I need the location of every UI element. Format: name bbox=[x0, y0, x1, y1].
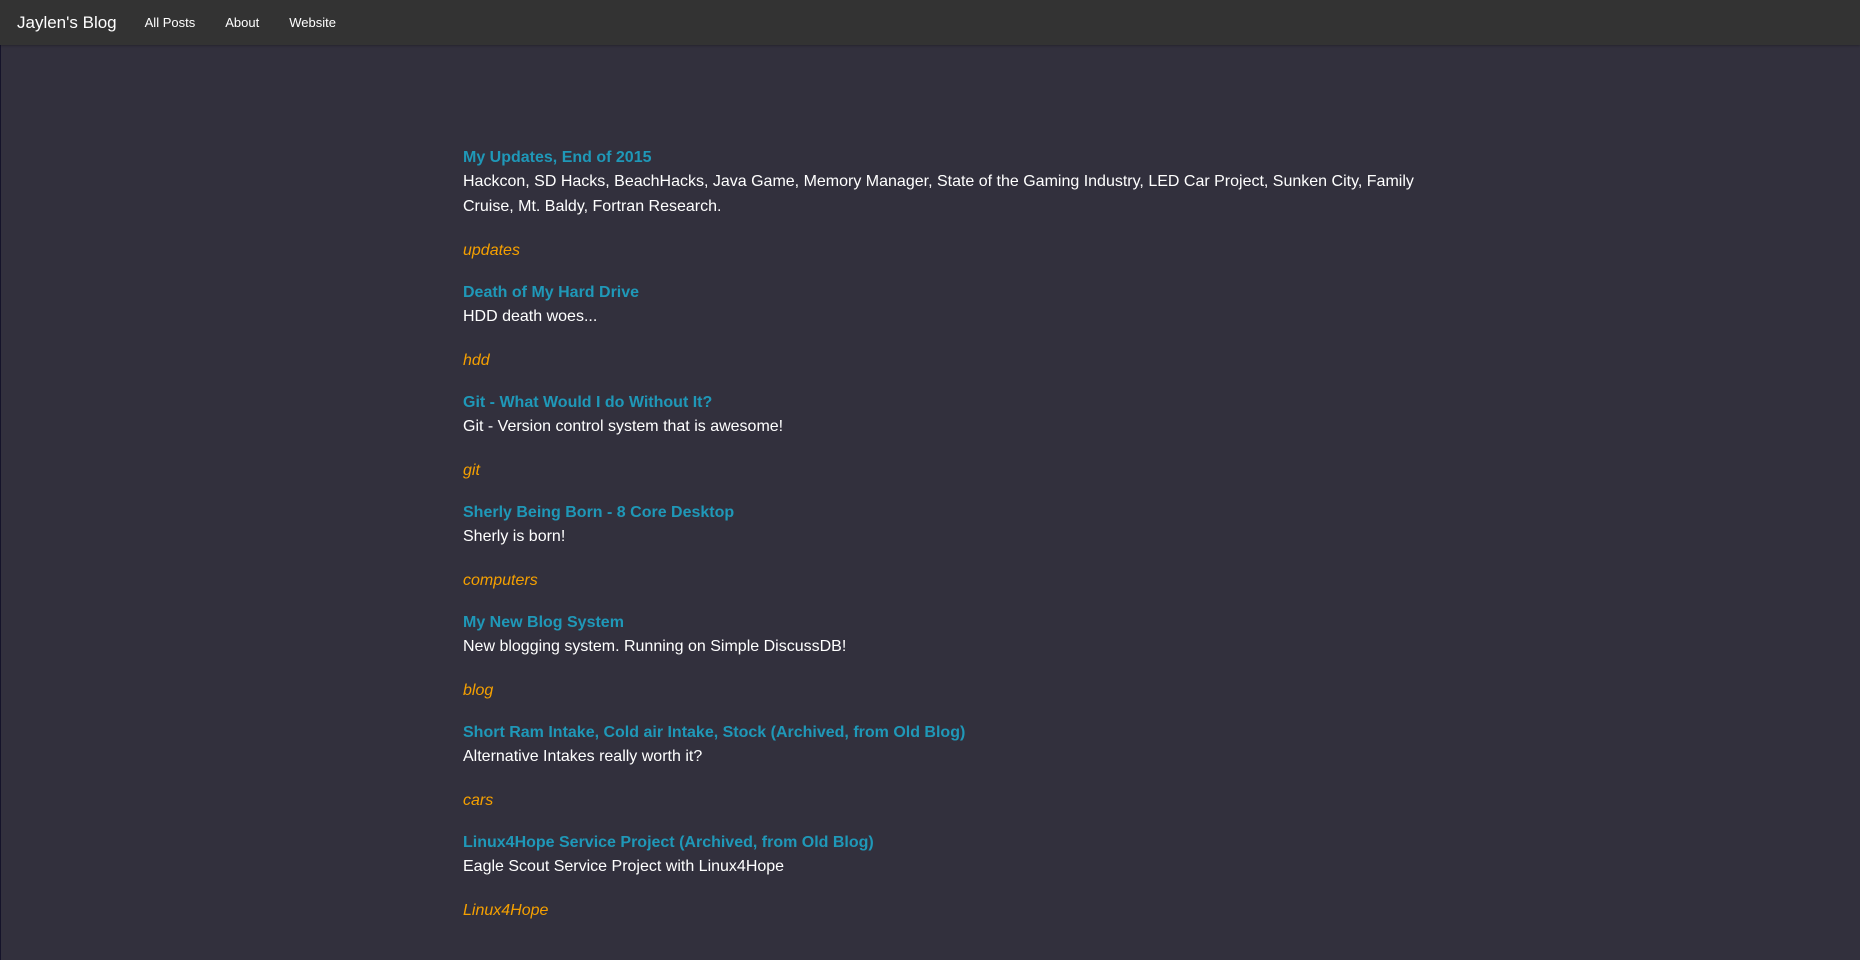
post-tag-link[interactable]: git bbox=[463, 459, 1423, 482]
post-title-link[interactable]: Death of My Hard Drive bbox=[463, 281, 1423, 304]
post-summary: Hackcon, SD Hacks, BeachHacks, Java Game… bbox=[463, 173, 1414, 215]
post-summary: HDD death woes... bbox=[463, 308, 598, 325]
post-tag-link[interactable]: updates bbox=[463, 239, 1423, 262]
post-tag-link[interactable]: hdd bbox=[463, 349, 1423, 372]
post-summary: Git - Version control system that is awe… bbox=[463, 418, 784, 435]
post-list: My Updates, End of 2015 Hackcon, SD Hack… bbox=[463, 146, 1423, 941]
post-title-link[interactable]: Short Ram Intake, Cold air Intake, Stock… bbox=[463, 721, 1423, 744]
post-item: My New Blog System New blogging system. … bbox=[463, 611, 1423, 702]
post-title-link[interactable]: Linux4Hope Service Project (Archived, fr… bbox=[463, 831, 1423, 854]
post-title-link[interactable]: My Updates, End of 2015 bbox=[463, 146, 1423, 169]
post-tag-link[interactable]: Linux4Hope bbox=[463, 899, 1423, 922]
page: Jaylen's Blog All Posts About Website My… bbox=[0, 0, 1860, 960]
post-title-link[interactable]: Git - What Would I do Without It? bbox=[463, 391, 1423, 414]
post-item: Death of My Hard Drive HDD death woes...… bbox=[463, 281, 1423, 372]
post-item: Sherly Being Born - 8 Core Desktop Sherl… bbox=[463, 501, 1423, 592]
top-navbar: Jaylen's Blog All Posts About Website bbox=[0, 0, 1860, 45]
post-summary: Alternative Intakes really worth it? bbox=[463, 748, 703, 765]
post-title-link[interactable]: Sherly Being Born - 8 Core Desktop bbox=[463, 501, 1423, 524]
post-item: Git - What Would I do Without It? Git - … bbox=[463, 391, 1423, 482]
nav-link-website[interactable]: Website bbox=[274, 0, 351, 45]
post-tag-link[interactable]: blog bbox=[463, 679, 1423, 702]
nav-link-about[interactable]: About bbox=[210, 0, 274, 45]
post-item: Short Ram Intake, Cold air Intake, Stock… bbox=[463, 721, 1423, 812]
post-tag-link[interactable]: cars bbox=[463, 789, 1423, 812]
post-tag-link[interactable]: computers bbox=[463, 569, 1423, 592]
post-title-link[interactable]: My New Blog System bbox=[463, 611, 1423, 634]
post-summary: Eagle Scout Service Project with Linux4H… bbox=[463, 858, 785, 875]
nav-link-all-posts[interactable]: All Posts bbox=[130, 0, 211, 45]
left-edge-divider bbox=[0, 0, 1, 960]
blog-brand-link[interactable]: Jaylen's Blog bbox=[17, 0, 117, 45]
post-item: Linux4Hope Service Project (Archived, fr… bbox=[463, 831, 1423, 922]
post-item: My Updates, End of 2015 Hackcon, SD Hack… bbox=[463, 146, 1423, 262]
nav-links: All Posts About Website bbox=[130, 0, 351, 45]
post-summary: Sherly is born! bbox=[463, 528, 566, 545]
post-summary: New blogging system. Running on Simple D… bbox=[463, 638, 847, 655]
